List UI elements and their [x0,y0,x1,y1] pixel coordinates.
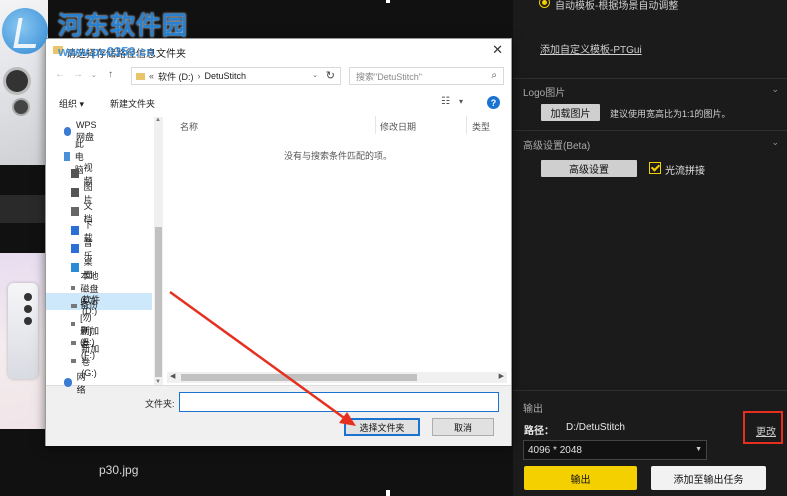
thumbnail-filename: p30.jpg [99,463,139,477]
auto-template-radio[interactable] [539,0,550,8]
divider-mark [386,490,390,496]
folder-picker-dialog: 请选择存储路径信息文件夹 ✕ ← → ⌄ ↑ « 软件 (D:) › DetuS… [45,38,512,446]
search-icon: ⌕ [491,70,497,81]
column-type[interactable]: 类型 [472,120,490,133]
scrollbar-thumb[interactable] [181,374,417,381]
thumbnail-strip [0,195,48,223]
chevron-down-icon[interactable]: ▾ [459,97,463,106]
forward-icon[interactable]: → [73,69,83,80]
resolution-select[interactable]: 4096 * 2048 ▼ [523,440,707,460]
settings-panel: 自动模板-根据场景自动调整 添加自定义模板-PTGui Logo图片 ⌄ 加载图… [513,0,787,496]
path-value: D:/DetuStitch [566,422,625,433]
path-label: 路径： [524,426,554,437]
drive-icon [71,322,76,326]
folder-input[interactable] [179,392,499,412]
up-icon[interactable]: ↑ [108,69,113,80]
close-icon[interactable]: ✕ [492,42,503,58]
output-section-header: 输出 [523,404,543,415]
desktop-icon [71,263,79,272]
search-placeholder: 搜索"DetuStitch" [356,71,422,82]
refresh-icon[interactable]: ↻ [326,69,335,82]
file-list-scrollbar[interactable]: ◀ ▶ [167,372,507,383]
load-image-button[interactable]: 加载图片 [541,104,600,121]
network-icon [64,378,72,387]
optical-flow-label: 光流拼接 [665,166,705,177]
watermark-logo-icon [2,8,48,54]
chevron-down-icon[interactable]: ⌄ [771,84,779,95]
document-icon [71,207,79,216]
resolution-value: 4096 * 2048 [528,444,582,456]
watermark-title: 河东软件园 [58,11,189,40]
section-divider [513,390,787,391]
drive-icon [71,286,76,290]
column-divider[interactable] [466,116,467,134]
empty-message: 没有与搜索条件匹配的项。 [284,151,393,161]
nav-item[interactable]: 本地磁盘 (C:) [71,271,102,305]
camera-lens [14,100,28,114]
phone-image [8,283,38,379]
drive-icon [71,341,77,345]
video-icon [71,169,79,178]
output-button[interactable]: 输出 [524,466,637,490]
column-name[interactable]: 名称 [180,120,198,133]
organize-button[interactable]: 组织 ▾ [59,97,84,110]
add-to-task-button[interactable]: 添加至输出任务 [651,466,766,490]
camera-lens [24,305,32,313]
camera-lens [6,70,28,92]
nav-item[interactable]: 网络 [64,372,89,395]
chevron-down-icon: ▼ [695,446,702,453]
view-options-icon[interactable]: ☷ [441,96,450,107]
custom-template-link[interactable]: 添加自定义模板-PTGui [540,41,642,56]
address-separator: › [197,71,201,81]
address-drive[interactable]: 软件 (D:) [158,70,194,83]
folder-label: 文件夹: [145,399,175,409]
chevron-left-icon[interactable]: ◀ [170,372,175,380]
cloud-icon [64,127,71,136]
new-folder-button[interactable]: 新建文件夹 [110,97,155,110]
chevron-down-icon[interactable]: ⌄ [771,137,779,148]
section-divider [513,78,787,79]
chevron-down-icon[interactable]: ⌄ [91,71,97,79]
divider-mark [386,0,390,3]
column-divider[interactable] [375,116,376,134]
camera-lens [24,317,32,325]
watermark-url: www.pc0359.cn [58,44,155,59]
nav-item-label: 网络 [76,371,86,395]
address-prefix: « [149,71,155,81]
nav-scrollbar[interactable]: ▲ ▼ [154,117,163,385]
drive-icon [71,304,78,308]
computer-icon [64,152,70,161]
optical-flow-checkbox[interactable] [649,162,661,174]
cancel-button[interactable]: 取消 [432,418,494,436]
search-input[interactable]: 搜索"DetuStitch" ⌕ [349,67,504,85]
address-bar[interactable]: « 软件 (D:) › DetuStitch ⌄ ↻ [131,67,341,85]
drive-icon [71,359,77,363]
logo-hint: 建议使用宽高比为1:1的图片。 [610,109,731,119]
download-icon [71,226,79,235]
logo-section-header[interactable]: Logo图片 [523,84,565,99]
address-folder[interactable]: DetuStitch [205,71,247,81]
camera-lens [24,293,32,301]
column-modified[interactable]: 修改日期 [380,120,416,133]
folder-icon [136,72,145,80]
music-icon [71,244,79,253]
help-icon[interactable]: ? [487,96,500,109]
chevron-right-icon[interactable]: ▶ [499,372,504,380]
nav-item[interactable]: 新加卷 (G:) [71,344,102,378]
select-folder-button[interactable]: 选择文件夹 [344,418,420,436]
scrollbar-thumb[interactable] [155,227,162,377]
advanced-section-header[interactable]: 高级设置(Beta) [523,137,590,152]
back-icon[interactable]: ← [55,69,65,80]
chevron-down-icon[interactable]: ⌄ [312,71,318,79]
chevron-up-icon[interactable]: ▲ [155,117,161,123]
auto-template-label: 自动模板-根据场景自动调整 [555,1,679,12]
change-path-link[interactable]: 更改 [756,423,776,438]
picture-icon [71,188,79,197]
advanced-settings-button[interactable]: 高级设置 [541,160,637,177]
section-divider [513,130,787,131]
thumbnail-phone-p30[interactable] [0,253,48,429]
